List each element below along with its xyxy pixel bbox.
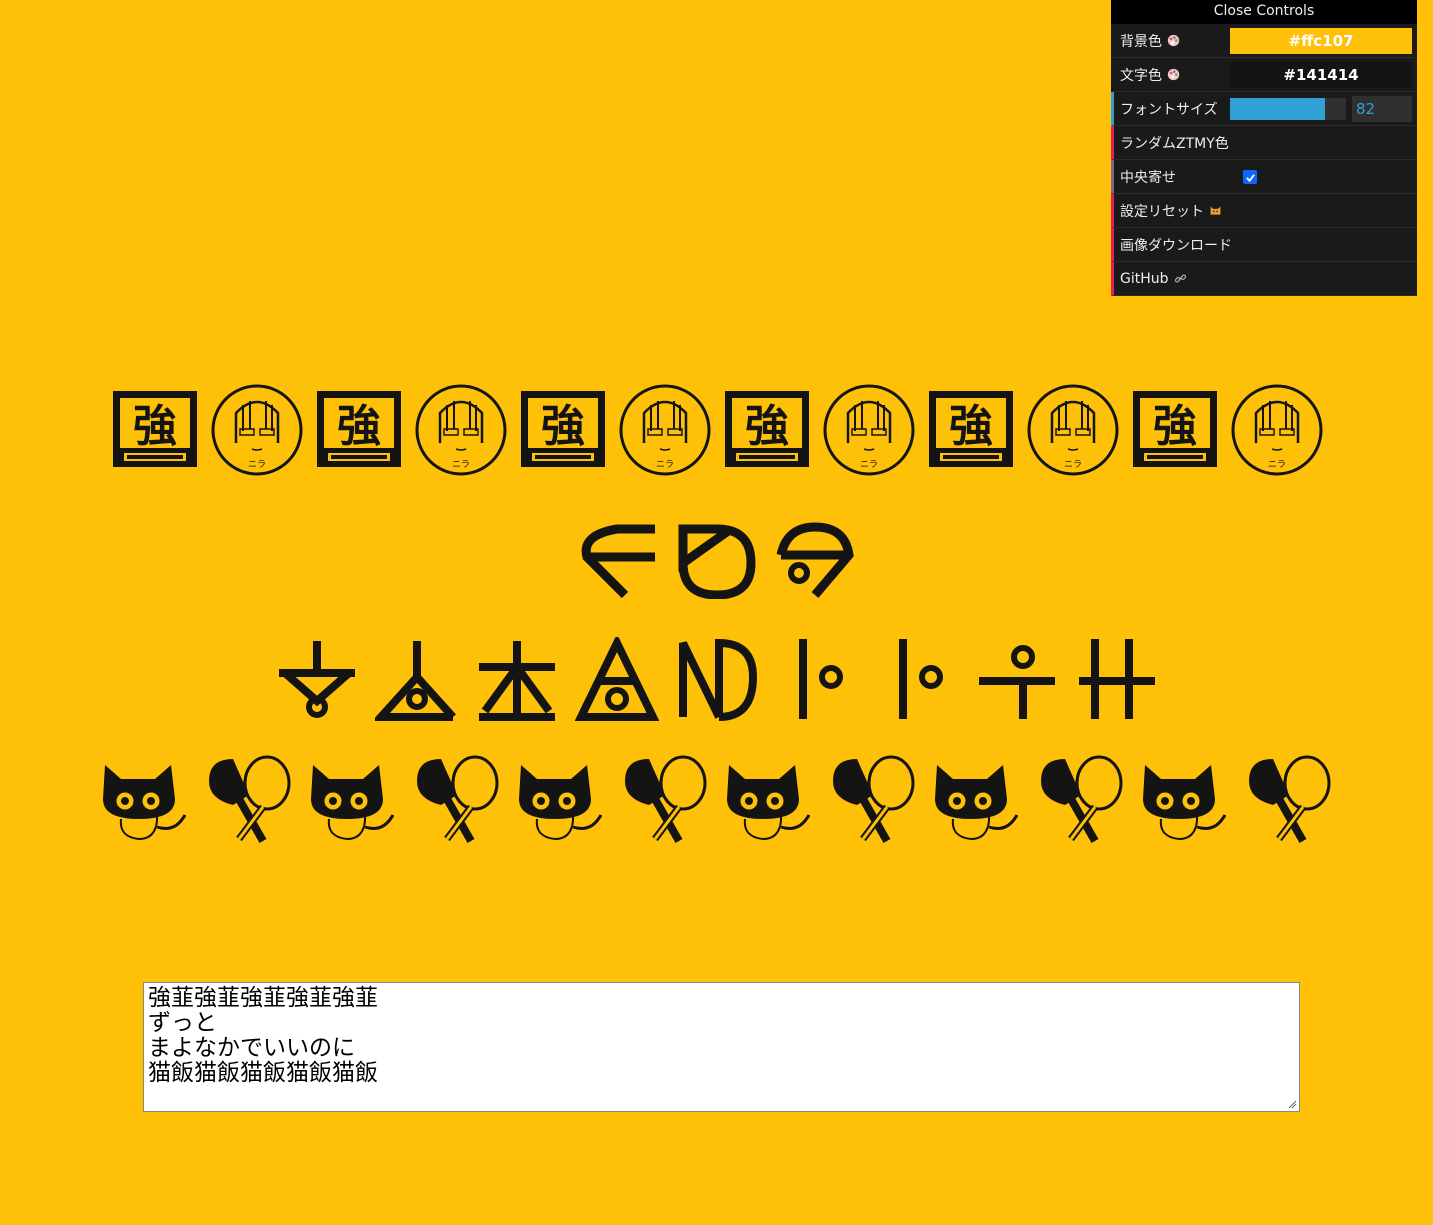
geometric-glyph: [898, 639, 943, 719]
geometric-glyph: [1078, 639, 1155, 719]
preview-line-4: [0, 746, 1433, 856]
input-line: まよなかでいいのに: [148, 1035, 355, 1061]
geometric-glyph: [581, 524, 655, 599]
center-align-label: 中央寄せ: [1120, 169, 1176, 186]
rice-scoop-icon: [832, 755, 914, 843]
input-line: ずっと: [148, 1010, 217, 1036]
text-color-picker[interactable]: #141414: [1230, 62, 1412, 88]
random-color-row[interactable]: ランダムZTMY色: [1111, 126, 1417, 160]
svg-text:強: 強: [1153, 401, 1197, 452]
svg-text:強: 強: [133, 401, 177, 452]
svg-text:ニラ: ニラ: [1267, 459, 1285, 470]
text-input[interactable]: 強韮強韮強韮強韮強韮 ずっと まよなかでいいのに 猫飯猫飯猫飯猫飯猫飯: [143, 982, 1300, 1112]
rice-scoop-icon: [416, 755, 498, 843]
svg-text:強: 強: [745, 401, 789, 452]
cat-icon: [726, 765, 810, 841]
rice-scoop-icon: [1040, 755, 1122, 843]
tv-icon: 強: [316, 391, 401, 467]
rice-scoop-icon: [1248, 755, 1330, 843]
svg-text:強: 強: [949, 401, 993, 452]
center-align-checkbox[interactable]: [1243, 170, 1257, 184]
svg-text:ニラ: ニラ: [859, 459, 877, 470]
cat-icon: [518, 765, 602, 841]
bg-color-picker[interactable]: #ffc107: [1230, 28, 1412, 54]
font-size-row: フォントサイズ 82: [1111, 92, 1417, 126]
girl-face-icon: ニラ: [1231, 384, 1322, 476]
girl-face-icon: ニラ: [1027, 384, 1118, 476]
geometric-glyph: [978, 645, 1055, 719]
check-icon: [1245, 173, 1255, 182]
close-controls-button[interactable]: Close Controls: [1111, 0, 1417, 24]
svg-text:強: 強: [337, 401, 381, 452]
geometric-glyph: [278, 641, 355, 718]
bg-color-row: 背景色 #ffc107: [1111, 24, 1417, 58]
download-image-button[interactable]: 画像ダウンロード: [1114, 235, 1232, 255]
tv-icon: 強: [520, 391, 605, 467]
geometric-glyph: [374, 641, 456, 721]
geometric-glyph: [478, 641, 555, 721]
palette-icon: [1167, 68, 1180, 81]
preview-line-1: 強 ニラ 強 ニラ 強 ニラ 強 ニラ 強 ニラ 強 ニラ: [0, 370, 1433, 490]
input-line: 強韮強韮強韮強韮強韮: [148, 985, 378, 1011]
tv-icon: 強: [112, 391, 197, 467]
text-color-label: 文字色: [1120, 67, 1162, 84]
github-link[interactable]: GitHub: [1120, 271, 1169, 287]
rice-scoop-icon: [208, 755, 290, 843]
geometric-glyph: [574, 637, 659, 721]
preview-line-3: [0, 624, 1433, 734]
random-color-button[interactable]: ランダムZTMY色: [1120, 133, 1229, 153]
geometric-glyph: [798, 639, 843, 719]
font-preview: 強 ニラ 強 ニラ 強 ニラ 強 ニラ 強 ニラ 強 ニラ: [0, 370, 1433, 868]
cat-face-icon: [1210, 206, 1221, 215]
cat-icon: [310, 765, 394, 841]
input-line: 猫飯猫飯猫飯猫飯猫飯: [148, 1060, 378, 1086]
girl-face-icon: ニラ: [211, 384, 302, 476]
reset-row[interactable]: 設定リセット: [1111, 194, 1417, 228]
resize-handle-icon[interactable]: [1287, 1099, 1297, 1109]
bg-color-label: 背景色: [1120, 33, 1162, 50]
palette-icon: [1167, 34, 1180, 47]
link-icon: [1174, 274, 1186, 283]
cat-icon: [1142, 765, 1226, 841]
github-row[interactable]: GitHub: [1111, 262, 1417, 296]
geometric-glyph: [678, 638, 757, 721]
controls-panel: Close Controls 背景色 #ffc107 文字色 #141414 フ…: [1111, 0, 1417, 296]
geometric-glyph: [678, 524, 756, 599]
download-row[interactable]: 画像ダウンロード: [1111, 228, 1417, 262]
font-size-label: フォントサイズ: [1120, 101, 1218, 118]
geometric-glyph: [776, 522, 854, 598]
tv-icon: 強: [724, 391, 809, 467]
font-size-slider[interactable]: [1230, 98, 1346, 120]
svg-text:ニラ: ニラ: [247, 459, 265, 470]
font-size-slider-fill: [1230, 98, 1326, 120]
girl-face-icon: ニラ: [619, 384, 710, 476]
svg-text:ニラ: ニラ: [655, 459, 673, 470]
girl-face-icon: ニラ: [415, 384, 506, 476]
svg-text:ニラ: ニラ: [451, 459, 469, 470]
text-color-row: 文字色 #141414: [1111, 58, 1417, 92]
preview-line-2: [0, 502, 1433, 612]
cat-icon: [934, 765, 1018, 841]
center-align-row: 中央寄せ: [1111, 160, 1417, 194]
cat-icon: [102, 765, 186, 841]
tv-icon: 強: [1132, 391, 1217, 467]
rice-scoop-icon: [624, 755, 706, 843]
svg-text:ニラ: ニラ: [1063, 459, 1081, 470]
svg-text:強: 強: [541, 401, 585, 452]
reset-settings-button[interactable]: 設定リセット: [1120, 201, 1204, 221]
font-size-input[interactable]: 82: [1352, 96, 1412, 122]
girl-face-icon: ニラ: [823, 384, 914, 476]
tv-icon: 強: [928, 391, 1013, 467]
